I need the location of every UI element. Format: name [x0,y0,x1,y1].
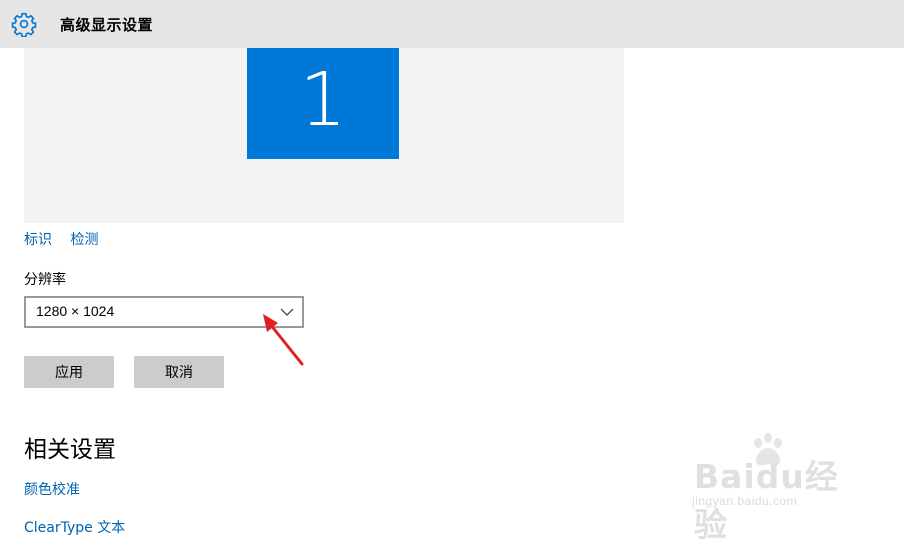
resolution-value: 1280 × 1024 [36,303,115,319]
annotation-arrow-icon [263,314,304,366]
identify-link[interactable]: 标识 [24,232,52,248]
title-bar: 高级显示设置 [0,0,904,48]
detect-link[interactable]: 检测 [70,232,98,248]
baidu-watermark: Baidu经验 jingyan.baidu.com [690,428,860,544]
watermark-domain: jingyan.baidu.com [692,494,798,508]
window-title: 高级显示设置 [60,16,154,34]
cancel-button[interactable]: 取消 [134,356,224,388]
related-settings-title: 相关设置 [24,437,116,463]
monitor-1[interactable]: 1 [247,48,399,159]
resolution-label: 分辨率 [24,272,66,288]
display-preview: 1 [24,48,624,223]
color-calibration-link[interactable]: 颜色校准 [24,479,80,499]
gear-icon [11,12,37,37]
cleartype-text-link[interactable]: ClearType 文本 [24,517,125,537]
display-links: 标识 检测 [24,229,112,249]
apply-button[interactable]: 应用 [24,356,114,388]
